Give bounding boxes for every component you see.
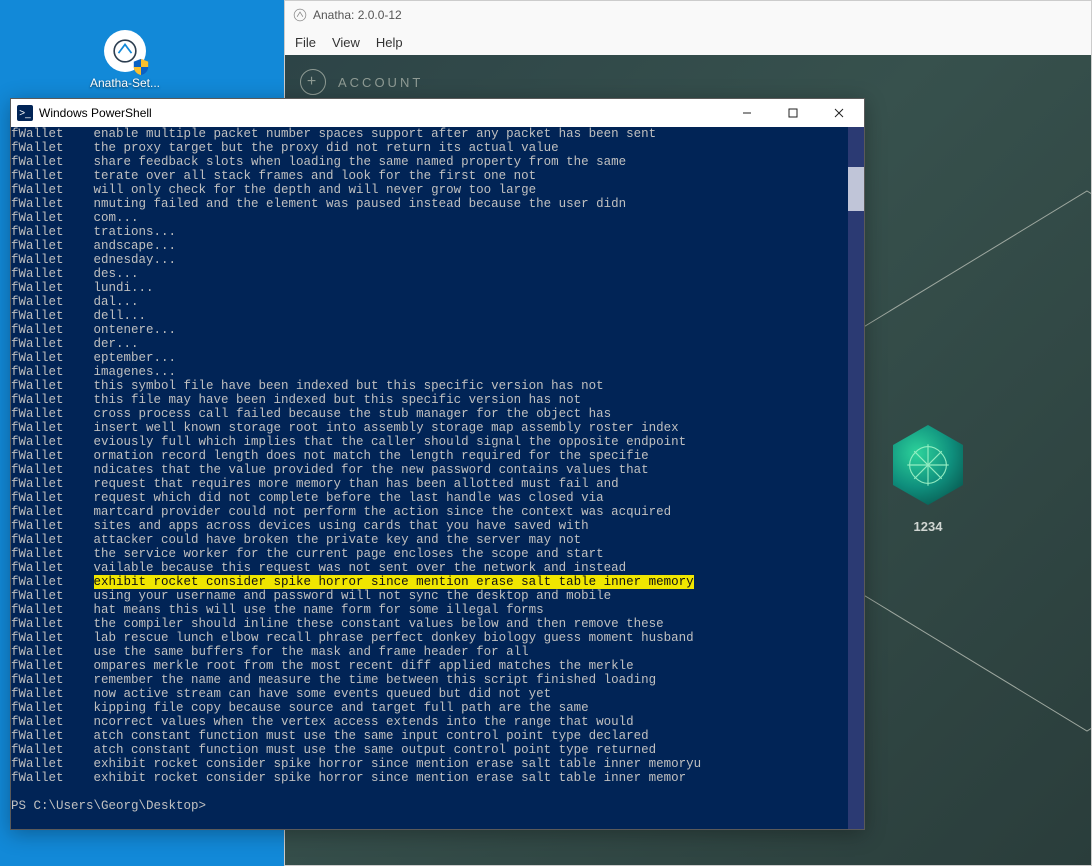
console-line: fWallet vailable because this request wa… [11, 561, 852, 575]
console-line: fWallet sites and apps across devices us… [11, 519, 852, 533]
console-line: fWallet the service worker for the curre… [11, 547, 852, 561]
console-output: fWallet enable multiple packet number sp… [11, 127, 864, 785]
menu-file[interactable]: File [295, 35, 316, 50]
console-line: fWallet the compiler should inline these… [11, 617, 852, 631]
console-line: fWallet exhibit rocket consider spike ho… [11, 771, 852, 785]
console-line: fWallet kipping file copy because source… [11, 701, 852, 715]
console-line: fWallet exhibit rocket consider spike ho… [11, 575, 852, 589]
powershell-titlebar[interactable]: >_ Windows PowerShell [11, 99, 864, 127]
plus-icon: + [300, 69, 326, 95]
console-line: fWallet ednesday... [11, 253, 852, 267]
powershell-window: >_ Windows PowerShell fWallet enable mul… [10, 98, 865, 830]
uac-shield-icon [132, 58, 150, 76]
console-line: fWallet remember the name and measure th… [11, 673, 852, 687]
console-line: fWallet share feedback slots when loadin… [11, 155, 852, 169]
console-line: fWallet terate over all stack frames and… [11, 169, 852, 183]
anatha-menubar: File View Help [285, 29, 1091, 55]
console-line: fWallet using your username and password… [11, 589, 852, 603]
maximize-button[interactable] [770, 99, 816, 127]
console-line: fWallet the proxy target but the proxy d… [11, 141, 852, 155]
console-line: fWallet this file may have been indexed … [11, 393, 852, 407]
console-line: fWallet hat means this will use the name… [11, 603, 852, 617]
console-line: fWallet request which did not complete b… [11, 491, 852, 505]
console-line: fWallet eptember... [11, 351, 852, 365]
menu-help[interactable]: Help [376, 35, 403, 50]
console-line: fWallet request that requires more memor… [11, 477, 852, 491]
add-account-button[interactable]: + ACCOUNT [300, 69, 423, 95]
console-line: fWallet enable multiple packet number sp… [11, 127, 852, 141]
console-line: fWallet use the same buffers for the mas… [11, 645, 852, 659]
console-line: fWallet lab rescue lunch elbow recall ph… [11, 631, 852, 645]
installer-icon [104, 30, 146, 72]
console-line: fWallet this symbol file have been index… [11, 379, 852, 393]
anatha-logo-icon [293, 8, 307, 22]
console-prompt[interactable]: PS C:\Users\Georg\Desktop> [11, 799, 864, 813]
console-line: fWallet der... [11, 337, 852, 351]
console-line: fWallet ontenere... [11, 323, 852, 337]
console-line: fWallet dell... [11, 309, 852, 323]
console-line: fWallet ompares merkle root from the mos… [11, 659, 852, 673]
anatha-title-text: Anatha: 2.0.0-12 [313, 8, 402, 22]
console-line: fWallet andscape... [11, 239, 852, 253]
anatha-titlebar[interactable]: Anatha: 2.0.0-12 [285, 1, 1091, 29]
console-line: fWallet eviously full which implies that… [11, 435, 852, 449]
console-line: fWallet des... [11, 267, 852, 281]
console-line: fWallet ndicates that the value provided… [11, 463, 852, 477]
console-line: fWallet ncorrect values when the vertex … [11, 715, 852, 729]
console-line: fWallet nmuting failed and the element w… [11, 197, 852, 211]
desktop-shortcut-label: Anatha-Set... [90, 76, 160, 90]
console-line: fWallet insert well known storage root i… [11, 421, 852, 435]
scrollbar-thumb[interactable] [848, 167, 864, 211]
desktop-shortcut[interactable]: Anatha-Set... [86, 30, 164, 90]
console-line: fWallet attacker could have broken the p… [11, 533, 852, 547]
wallet-item[interactable]: 1234 [893, 425, 963, 534]
powershell-body[interactable]: fWallet enable multiple packet number sp… [11, 127, 864, 829]
console-line: fWallet lundi... [11, 281, 852, 295]
console-line: fWallet cross process call failed becaus… [11, 407, 852, 421]
console-line: fWallet martcard provider could not perf… [11, 505, 852, 519]
powershell-icon: >_ [17, 105, 33, 121]
console-line: fWallet ormation record length does not … [11, 449, 852, 463]
console-line: fWallet imagenes... [11, 365, 852, 379]
scrollbar[interactable] [848, 127, 864, 829]
powershell-title-text: Windows PowerShell [39, 106, 152, 120]
console-line: fWallet atch constant function must use … [11, 729, 852, 743]
wallet-hex-icon [893, 425, 963, 505]
console-line: fWallet trations... [11, 225, 852, 239]
console-line: fWallet com... [11, 211, 852, 225]
close-button[interactable] [816, 99, 862, 127]
console-line: fWallet exhibit rocket consider spike ho… [11, 757, 852, 771]
minimize-button[interactable] [724, 99, 770, 127]
console-line: fWallet dal... [11, 295, 852, 309]
console-line: fWallet atch constant function must use … [11, 743, 852, 757]
menu-view[interactable]: View [332, 35, 360, 50]
console-line: fWallet will only check for the depth an… [11, 183, 852, 197]
account-button-label: ACCOUNT [338, 75, 423, 90]
hex-outline-decoration [847, 181, 1091, 741]
wallet-label: 1234 [914, 519, 943, 534]
window-controls [724, 99, 862, 127]
console-line: fWallet now active stream can have some … [11, 687, 852, 701]
